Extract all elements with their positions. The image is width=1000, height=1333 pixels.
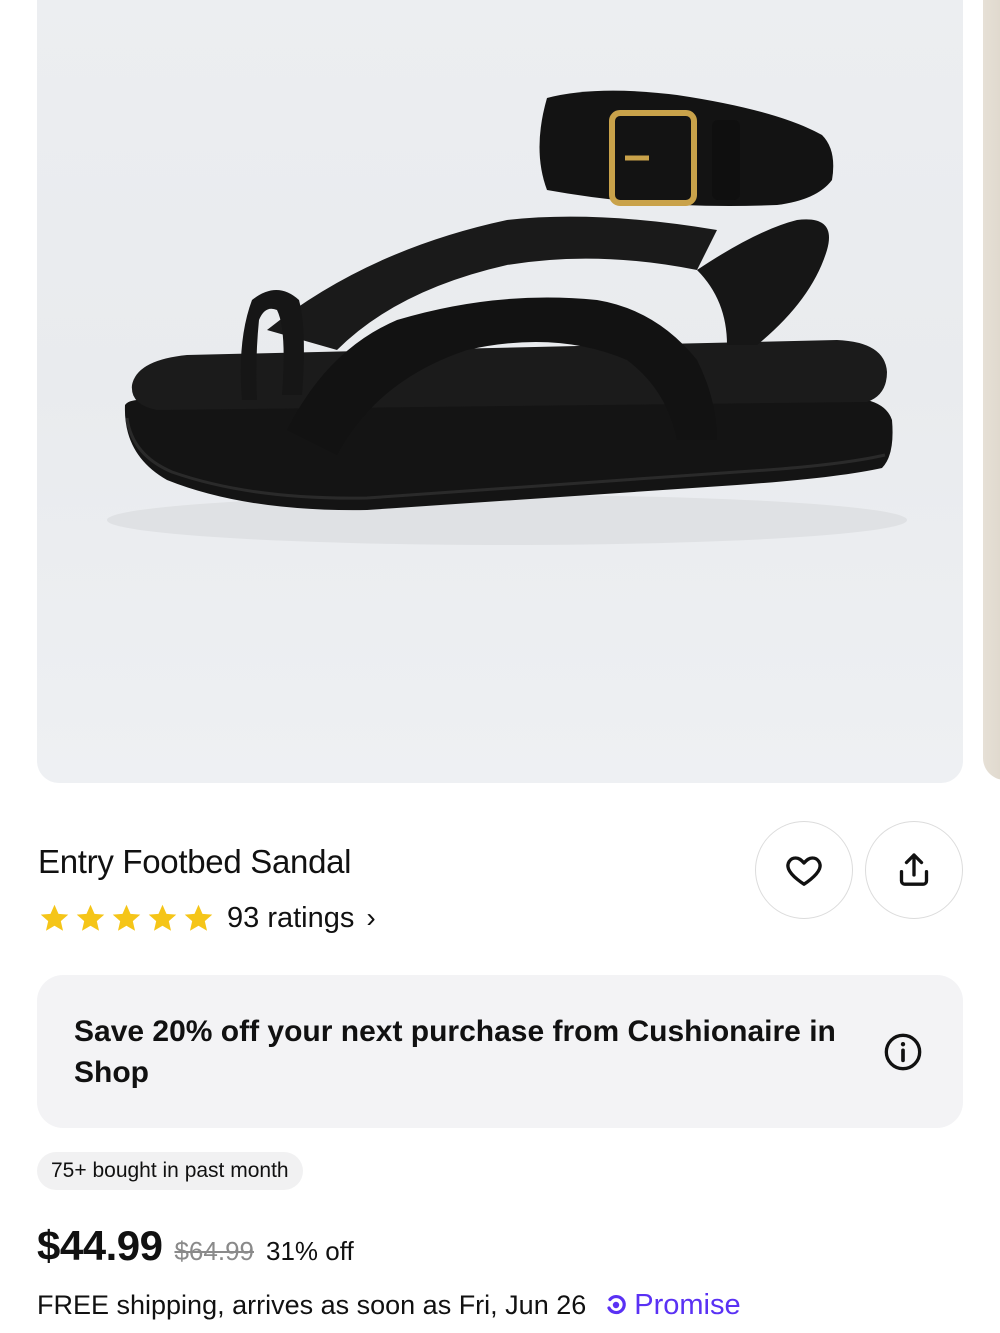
shipping-row: FREE shipping, arrives as soon as Fri, J…	[37, 1286, 741, 1324]
favorite-button[interactable]	[755, 821, 853, 919]
current-price: $44.99	[37, 1222, 163, 1269]
product-title: Entry Footbed Sandal	[38, 843, 352, 880]
price-row: $44.99 $64.99 31% off	[37, 1222, 354, 1278]
star-icon	[40, 904, 69, 931]
shop-promise-link[interactable]: Promise	[604, 1289, 741, 1322]
promise-label[interactable]: Promise	[634, 1289, 740, 1322]
star-icon	[184, 904, 213, 931]
shipping-text: FREE shipping, arrives as soon as Fri, J…	[37, 1289, 587, 1320]
star-icon	[112, 904, 141, 931]
product-image-carousel[interactable]	[0, 0, 1000, 784]
share-button[interactable]	[865, 821, 963, 919]
ratings-count[interactable]: 93 ratings	[227, 902, 354, 935]
heart-icon	[786, 856, 822, 886]
discount-label: 31% off	[266, 1236, 354, 1266]
share-icon	[899, 853, 929, 886]
product-image[interactable]	[37, 0, 963, 783]
promise-icon	[607, 1294, 627, 1315]
star-icon	[148, 904, 177, 931]
shop-promo-banner[interactable]: Save 20% off your next purchase from Cus…	[37, 975, 963, 1128]
star-rating	[38, 902, 215, 935]
next-image-preview[interactable]	[983, 0, 1000, 780]
rating-row[interactable]: 93 ratings ›	[38, 898, 376, 938]
original-price: $64.99	[174, 1236, 254, 1266]
chevron-right-icon[interactable]: ›	[366, 902, 375, 934]
sandal-illustration	[107, 90, 907, 545]
promo-text: Save 20% off your next purchase from Cus…	[74, 1015, 836, 1089]
info-icon[interactable]	[883, 1032, 923, 1072]
popularity-badge: 75+ bought in past month	[37, 1152, 303, 1190]
star-icon	[76, 904, 105, 931]
